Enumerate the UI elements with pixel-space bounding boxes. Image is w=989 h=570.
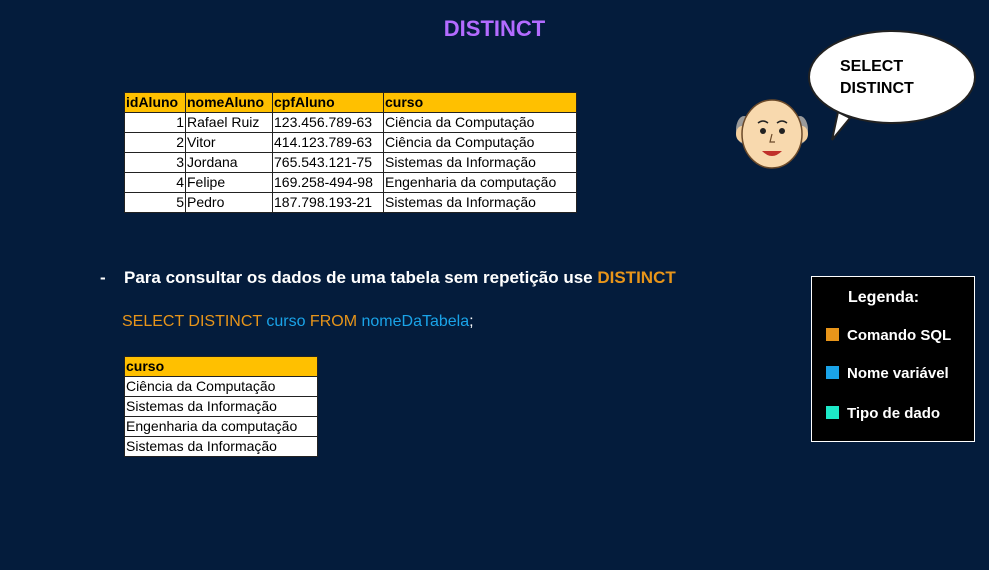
speech-bubble-text: SELECT DISTINCT xyxy=(840,56,914,100)
legend-title: Legenda: xyxy=(848,289,920,306)
legend-box: Legenda: Comando SQL Nome variável Tipo … xyxy=(811,276,975,442)
bald-man-icon xyxy=(736,99,808,169)
legend-item-data-type: Tipo de dado xyxy=(826,405,940,422)
legend-label: Comando SQL xyxy=(847,327,952,344)
legend-item-variable-name: Nome variável xyxy=(826,365,949,382)
teal-swatch-icon xyxy=(826,406,839,419)
legend-item-sql-command: Comando SQL xyxy=(826,327,951,344)
legend-label: Nome variável xyxy=(847,365,949,382)
bubble-line: DISTINCT xyxy=(840,80,914,97)
bubble-line: SELECT xyxy=(840,58,904,75)
legend-label: Tipo de dado xyxy=(847,405,941,422)
orange-swatch-icon xyxy=(826,328,839,341)
blue-swatch-icon xyxy=(826,366,839,379)
